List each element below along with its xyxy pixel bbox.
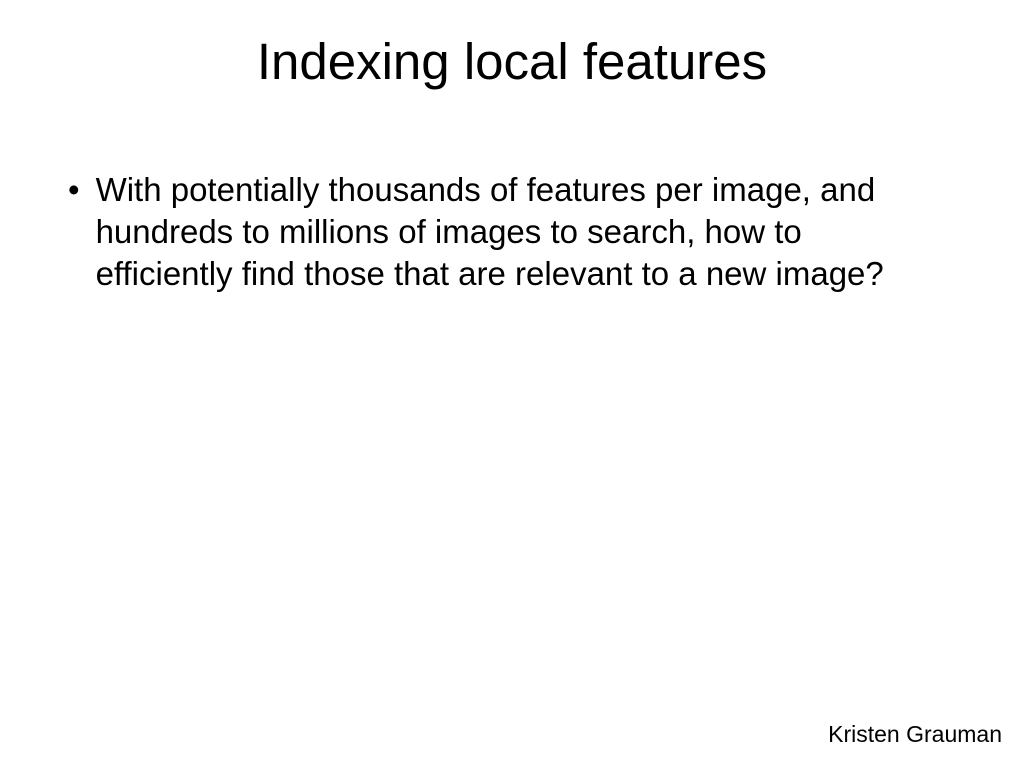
slide-container: Indexing local features • With potential…	[0, 0, 1024, 768]
bullet-marker: •	[68, 169, 80, 211]
slide-title: Indexing local features	[0, 0, 1024, 91]
bullet-text: With potentially thousands of features p…	[96, 169, 944, 296]
bullet-item: • With potentially thousands of features…	[60, 169, 944, 296]
slide-content: • With potentially thousands of features…	[0, 91, 1024, 296]
author-credit: Kristen Grauman	[828, 721, 1002, 748]
